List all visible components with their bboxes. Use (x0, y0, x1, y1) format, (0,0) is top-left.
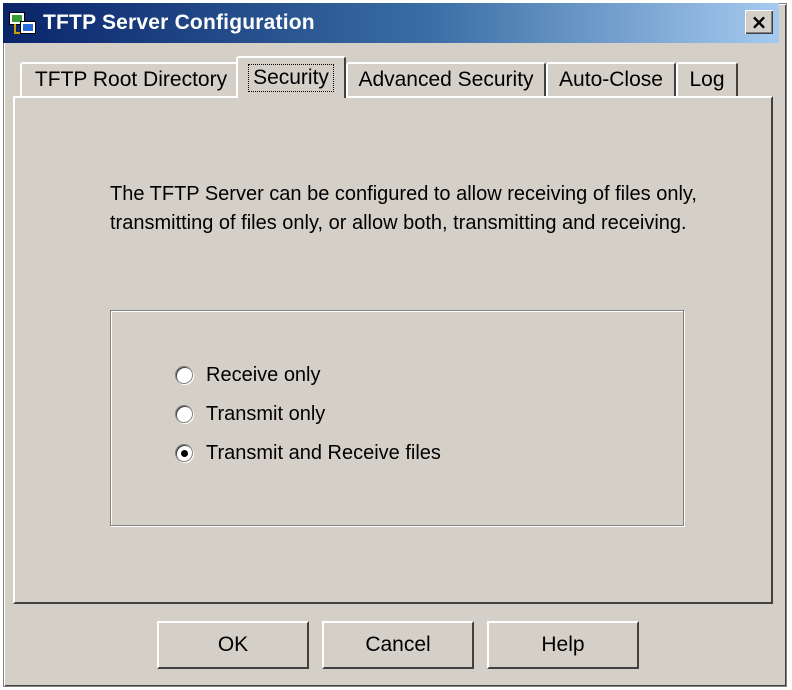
tab-log[interactable]: Log (676, 62, 738, 96)
tab-strip: TFTP Root Directory Security Advanced Se… (14, 56, 774, 98)
tab-tftp-root-directory[interactable]: TFTP Root Directory (20, 62, 242, 96)
tab-label: TFTP Root Directory (34, 68, 228, 91)
title-bar[interactable]: TFTP Server Configuration × (3, 3, 779, 43)
tab-security[interactable]: Security (236, 56, 346, 98)
help-button[interactable]: Help (487, 621, 639, 669)
radio-label: Transmit and Receive files (206, 441, 441, 464)
radio-button-unchecked[interactable] (175, 366, 193, 384)
radio-transmit-and-receive[interactable]: Transmit and Receive files (175, 439, 441, 467)
tab-auto-close[interactable]: Auto-Close (546, 62, 676, 96)
ok-button[interactable]: OK (157, 621, 309, 669)
transfer-mode-group: Receive only Transmit only Transmit and … (110, 310, 684, 526)
radio-label: Transmit only (206, 402, 326, 425)
close-button[interactable]: × (745, 10, 773, 34)
tab-advanced-security[interactable]: Advanced Security (346, 62, 546, 96)
window-title: TFTP Server Configuration (43, 11, 315, 34)
close-icon: × (750, 10, 768, 34)
tab-label: Log (689, 68, 725, 91)
radio-transmit-only[interactable]: Transmit only (175, 400, 325, 428)
cancel-button[interactable]: Cancel (322, 621, 474, 669)
radio-button-unchecked[interactable] (175, 405, 193, 423)
tab-label: Security (248, 64, 334, 92)
tab-label: Advanced Security (358, 68, 534, 91)
tab-label: Auto-Close (559, 68, 663, 91)
security-tab-panel: The TFTP Server can be configured to all… (13, 96, 773, 604)
network-computers-icon (9, 10, 36, 36)
security-description: The TFTP Server can be configured to all… (110, 183, 697, 234)
radio-label: Receive only (206, 363, 321, 386)
radio-receive-only[interactable]: Receive only (175, 361, 321, 389)
radio-button-checked[interactable] (175, 444, 193, 462)
